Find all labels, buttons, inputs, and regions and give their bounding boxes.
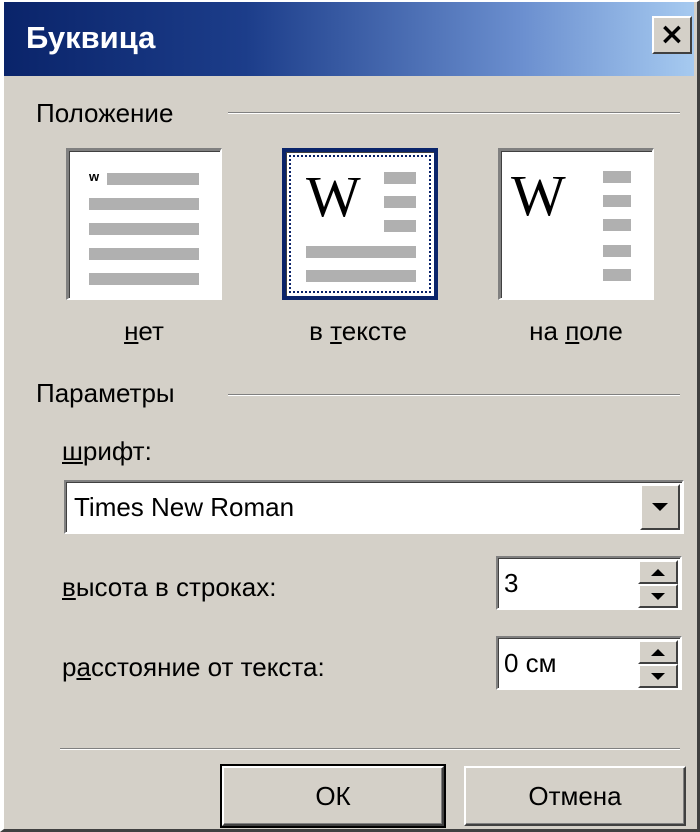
- position-group-label: Положение: [36, 98, 174, 128]
- distance-increment-button[interactable]: [638, 640, 678, 664]
- text-line: [384, 220, 416, 232]
- font-select-value: Times New Roman: [74, 492, 295, 522]
- option-in-margin-label[interactable]: на поле: [486, 316, 666, 347]
- drop-cap-glyph: W: [511, 163, 566, 228]
- text-line: [306, 270, 416, 282]
- chevron-down-icon: [652, 503, 668, 511]
- option-in-margin-preview[interactable]: W: [498, 148, 654, 300]
- small-w-glyph: w: [89, 169, 100, 184]
- lines-increment-button[interactable]: [638, 560, 678, 584]
- params-group-label: Параметры: [36, 378, 175, 408]
- text-line: [603, 245, 631, 257]
- params-group-line: [228, 394, 680, 396]
- font-label: шрифт:: [62, 436, 152, 466]
- distance-label: расстояние от текста:: [62, 652, 325, 682]
- distance-decrement-button[interactable]: [638, 664, 678, 688]
- font-dropdown-button[interactable]: [640, 484, 680, 530]
- ok-button[interactable]: ОК: [220, 764, 446, 828]
- text-line: [306, 246, 416, 258]
- option-in-text-label[interactable]: в тексте: [268, 316, 448, 347]
- distance-spinner[interactable]: 0 см: [496, 636, 682, 690]
- text-line: [384, 172, 416, 184]
- lines-spinner[interactable]: 3: [496, 556, 682, 610]
- text-line: [603, 171, 631, 183]
- text-line: [89, 273, 199, 285]
- text-line: [89, 198, 199, 210]
- text-line: [89, 248, 199, 260]
- text-line: [603, 195, 631, 207]
- close-button[interactable]: ×: [652, 16, 692, 54]
- option-none-label[interactable]: нет: [54, 316, 234, 347]
- distance-value: 0 см: [504, 648, 557, 678]
- arrow-up-icon: [651, 568, 665, 576]
- position-group-line: [228, 112, 680, 114]
- font-select[interactable]: Times New Roman: [64, 480, 684, 534]
- dialog-title: Буквица: [26, 20, 156, 55]
- title-bar[interactable]: Буквица ×: [4, 2, 694, 76]
- text-line: [107, 173, 199, 185]
- option-none-preview[interactable]: w: [66, 148, 222, 300]
- text-line: [384, 196, 416, 208]
- text-line: [89, 223, 199, 235]
- arrow-down-icon: [651, 672, 665, 680]
- drop-cap-glyph: W: [306, 164, 361, 229]
- arrow-up-icon: [651, 648, 665, 656]
- distance-spin-buttons: [638, 640, 678, 688]
- text-line: [603, 269, 631, 281]
- lines-spin-buttons: [638, 560, 678, 608]
- text-line: [603, 219, 631, 231]
- option-in-text-preview[interactable]: W: [282, 148, 438, 300]
- lines-decrement-button[interactable]: [638, 584, 678, 608]
- close-icon: ×: [659, 17, 685, 52]
- lines-label: высота в строках:: [62, 572, 277, 602]
- arrow-down-icon: [651, 592, 665, 600]
- cancel-button[interactable]: Отмена: [464, 766, 686, 826]
- separator: [60, 748, 680, 750]
- lines-value: 3: [504, 568, 519, 598]
